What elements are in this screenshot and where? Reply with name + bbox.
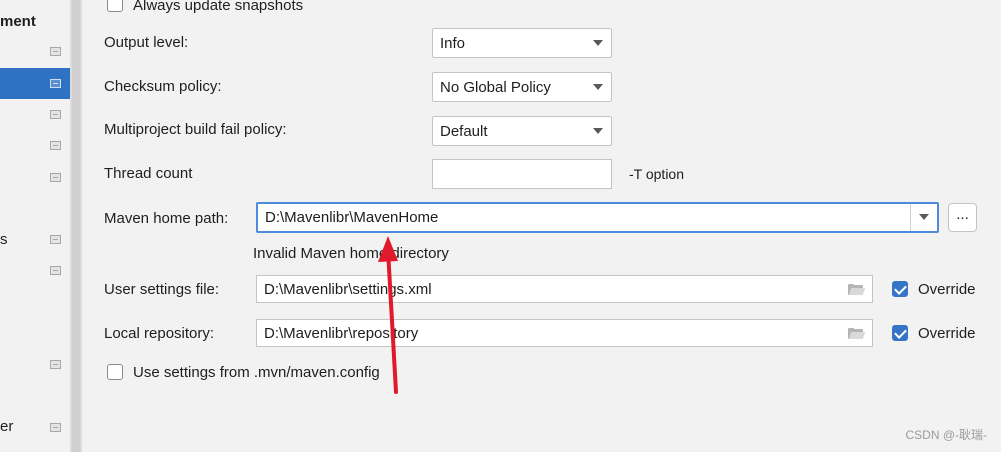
maven-home-value: D:\Mavenlibr\MavenHome xyxy=(265,209,439,226)
checksum-policy-select[interactable]: No Global Policy xyxy=(432,72,612,102)
local-repository-override-checkbox[interactable] xyxy=(892,325,908,341)
output-level-select[interactable]: Info xyxy=(432,28,612,58)
page-icon xyxy=(50,141,61,150)
maven-home-combo[interactable]: D:\Mavenlibr\MavenHome xyxy=(256,202,939,233)
page-icon xyxy=(50,423,61,432)
scrollbar-thumb[interactable] xyxy=(72,0,80,452)
folder-icon[interactable] xyxy=(848,328,866,339)
user-settings-label: User settings file: xyxy=(104,281,220,298)
page-icon xyxy=(50,360,61,369)
user-settings-value: D:\Mavenlibr\settings.xml xyxy=(264,281,432,298)
always-update-snapshots-checkbox[interactable] xyxy=(107,0,123,12)
use-mvn-config-checkbox[interactable] xyxy=(107,364,123,380)
settings-tree-sidebar: ment s er xyxy=(0,0,82,452)
user-settings-input[interactable]: D:\Mavenlibr\settings.xml xyxy=(256,275,873,303)
local-repository-label: Local repository: xyxy=(104,325,215,342)
user-settings-override-label: Override xyxy=(918,281,976,298)
output-level-label: Output level: xyxy=(104,34,189,51)
page-icon xyxy=(50,235,61,244)
watermark: CSDN @-耿瑞- xyxy=(905,428,987,442)
folder-icon[interactable] xyxy=(848,284,866,295)
checksum-policy-value: No Global Policy xyxy=(440,79,551,96)
page-icon xyxy=(50,173,61,182)
chevron-down-icon xyxy=(593,84,603,90)
chevron-down-icon xyxy=(593,40,603,46)
maven-settings-panel: Always update snapshots Output level: In… xyxy=(82,0,1001,452)
use-mvn-config-label: Use settings from .mvn/maven.config xyxy=(133,364,380,381)
maven-home-error: Invalid Maven home directory xyxy=(253,245,449,262)
page-icon xyxy=(50,47,61,56)
maven-home-label: Maven home path: xyxy=(104,210,229,227)
user-settings-override-checkbox[interactable] xyxy=(892,281,908,297)
page-icon xyxy=(50,110,61,119)
chevron-down-icon xyxy=(593,128,603,134)
local-repository-value: D:\Mavenlibr\repository xyxy=(264,325,419,342)
chevron-down-icon[interactable] xyxy=(910,204,937,231)
local-repository-override-label: Override xyxy=(918,325,976,342)
multiproject-fail-policy-value: Default xyxy=(440,123,488,140)
sidebar-item-label[interactable]: s xyxy=(0,231,8,248)
thread-count-input[interactable] xyxy=(432,159,612,189)
local-repository-input[interactable]: D:\Mavenlibr\repository xyxy=(256,319,873,347)
always-update-snapshots-label: Always update snapshots xyxy=(133,0,304,14)
sidebar-scrollbar[interactable] xyxy=(70,0,82,452)
multiproject-fail-policy-select[interactable]: Default xyxy=(432,116,612,146)
thread-count-label: Thread count xyxy=(104,165,193,182)
page-icon xyxy=(50,79,61,88)
sidebar-item-label[interactable]: ment xyxy=(0,13,36,30)
thread-count-hint: -T option xyxy=(629,166,684,182)
sidebar-item-label[interactable]: er xyxy=(0,418,13,435)
page-icon xyxy=(50,266,61,275)
multiproject-fail-policy-label: Multiproject build fail policy: xyxy=(104,121,287,138)
checksum-policy-label: Checksum policy: xyxy=(104,78,222,95)
browse-maven-home-button[interactable]: ... xyxy=(948,203,977,232)
output-level-value: Info xyxy=(440,35,466,52)
